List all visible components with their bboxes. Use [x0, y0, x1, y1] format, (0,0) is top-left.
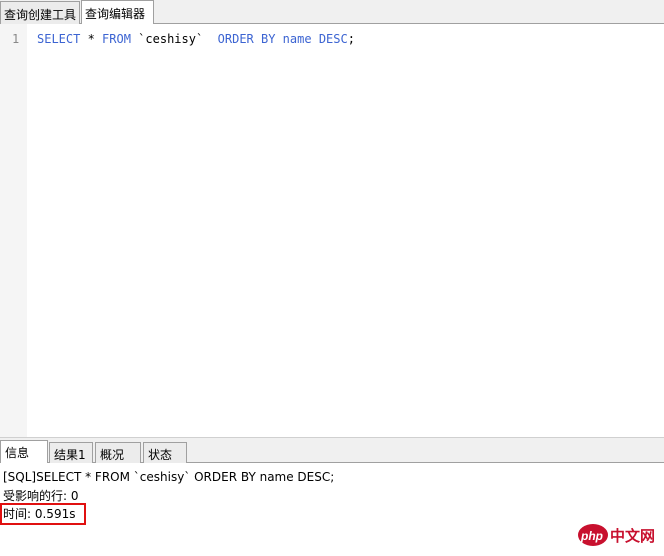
info-affected-rows: 受影响的行: 0 [3, 489, 79, 503]
tab-query-builder[interactable]: 查询创建工具 [0, 1, 80, 24]
line-number: 1 [12, 32, 20, 46]
keyword-from: FROM [102, 32, 131, 46]
code-line[interactable]: SELECT * FROM `ceshisy` ORDER BY name DE… [37, 32, 355, 46]
tab-query-editor[interactable]: 查询编辑器 [81, 0, 154, 25]
keyword-select: SELECT [37, 32, 81, 46]
code-table-name: `ceshisy` [130, 32, 218, 46]
time-highlight-box [0, 503, 86, 525]
sql-editor[interactable]: 1 SELECT * FROM `ceshisy` ORDER BY name … [0, 24, 664, 437]
keyword-desc: DESC [318, 32, 348, 46]
info-sql-line: [SQL]SELECT * FROM `ceshisy` ORDER BY na… [3, 470, 335, 484]
tab-profile[interactable]: 概况 [95, 442, 141, 464]
line-number-gutter: 1 [0, 24, 27, 437]
php-cn-watermark: php 中文网 [578, 522, 660, 548]
watermark-text: 中文网 [610, 527, 656, 545]
tab-result-1[interactable]: 结果1 [49, 442, 93, 464]
code-semicolon: ; [347, 32, 355, 46]
keyword-order-by: ORDER BY [217, 32, 276, 46]
code-star: * [80, 32, 103, 46]
result-tab-bar: 信息 结果1 概况 状态 [0, 437, 664, 464]
tab-status[interactable]: 状态 [143, 442, 187, 464]
php-logo-icon: php [578, 524, 608, 546]
info-panel: [SQL]SELECT * FROM `ceshisy` ORDER BY na… [0, 463, 664, 556]
code-column-name: name [275, 32, 319, 46]
tab-info[interactable]: 信息 [0, 440, 48, 464]
top-tab-bar: 查询创建工具 查询编辑器 [0, 0, 664, 25]
php-logo-text: php [581, 529, 603, 543]
